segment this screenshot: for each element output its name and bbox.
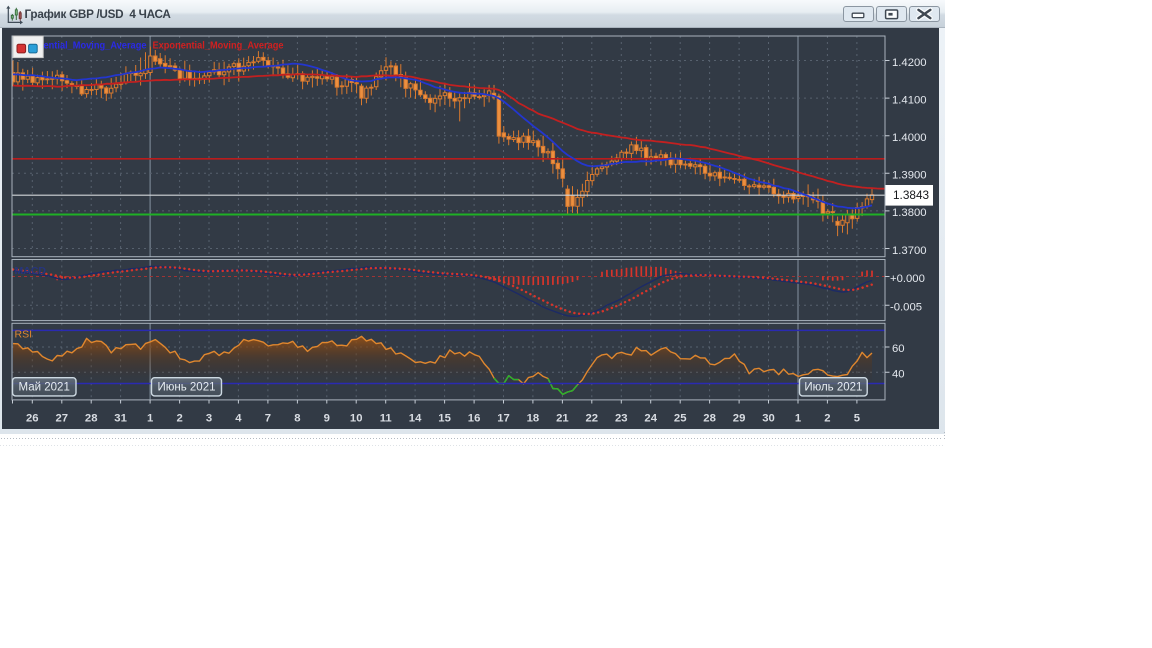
svg-text:18: 18 xyxy=(527,413,540,425)
svg-text:1.3843: 1.3843 xyxy=(893,188,930,202)
svg-text:28: 28 xyxy=(703,413,716,425)
svg-text:1.3900: 1.3900 xyxy=(892,170,927,182)
svg-text:1.4200: 1.4200 xyxy=(892,57,927,69)
svg-text:11: 11 xyxy=(380,413,392,425)
svg-text:15: 15 xyxy=(438,413,451,425)
svg-text:Июль 2021: Июль 2021 xyxy=(804,381,862,393)
svg-text:2: 2 xyxy=(176,413,182,425)
svg-text:28: 28 xyxy=(85,413,98,425)
svg-text:RSI: RSI xyxy=(15,329,33,341)
svg-text:16: 16 xyxy=(468,413,481,425)
svg-text:1.4100: 1.4100 xyxy=(892,94,927,106)
svg-text:-0.005: -0.005 xyxy=(890,301,922,313)
svg-text:25: 25 xyxy=(674,413,687,425)
svg-text:1.3800: 1.3800 xyxy=(892,207,927,219)
svg-text:21: 21 xyxy=(556,413,569,425)
svg-text:31: 31 xyxy=(114,413,127,425)
svg-text:MACD: MACD xyxy=(15,265,47,277)
svg-text:1: 1 xyxy=(795,413,801,425)
svg-text:14: 14 xyxy=(409,413,422,425)
svg-text:Май 2021: Май 2021 xyxy=(19,381,70,393)
svg-text:ential_Moving_Average: ential_Moving_Average xyxy=(44,39,147,51)
svg-text:23: 23 xyxy=(615,413,628,425)
svg-text:30: 30 xyxy=(762,413,775,425)
svg-text:27: 27 xyxy=(56,413,69,425)
svg-text:2: 2 xyxy=(824,413,830,425)
svg-text:7: 7 xyxy=(265,413,271,425)
svg-text:40: 40 xyxy=(892,369,905,381)
svg-text:Июнь 2021: Июнь 2021 xyxy=(157,381,215,393)
svg-text:24: 24 xyxy=(644,413,657,425)
svg-text:10: 10 xyxy=(350,413,363,425)
svg-text:26: 26 xyxy=(26,413,39,425)
svg-text:Exponential_Moving_Average: Exponential_Moving_Average xyxy=(153,39,284,51)
svg-text:29: 29 xyxy=(733,413,746,425)
svg-text:1.3700: 1.3700 xyxy=(892,245,927,257)
svg-text:3: 3 xyxy=(206,413,212,425)
svg-text:1.4000: 1.4000 xyxy=(892,132,927,144)
svg-text:22: 22 xyxy=(586,413,599,425)
svg-text:4: 4 xyxy=(235,413,242,425)
svg-text:5: 5 xyxy=(854,413,860,425)
svg-text:17: 17 xyxy=(497,413,510,425)
svg-text:1: 1 xyxy=(147,413,153,425)
svg-text:60: 60 xyxy=(892,343,905,355)
svg-text:8: 8 xyxy=(294,413,300,425)
svg-text:+0.000: +0.000 xyxy=(890,273,925,285)
svg-text:9: 9 xyxy=(324,413,330,425)
